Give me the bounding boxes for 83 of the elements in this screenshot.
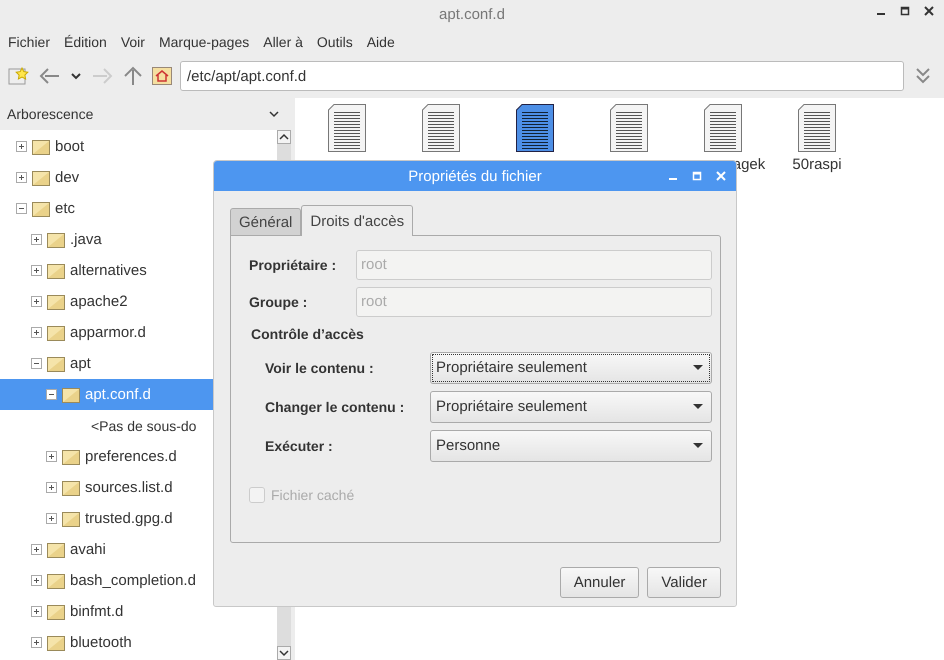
- tree-note: <Pas de sous-do: [90, 416, 198, 436]
- expand-icon[interactable]: [46, 482, 57, 493]
- menu-item[interactable]: Outils: [316, 34, 353, 50]
- field-label: Exécuter :: [265, 438, 334, 454]
- expand-icon[interactable]: [31, 606, 42, 617]
- dropdown-icon[interactable]: [70, 71, 82, 81]
- tree-item[interactable]: trusted.gpg.d: [0, 503, 277, 534]
- dropdown[interactable]: Personne: [430, 430, 712, 462]
- home-icon[interactable]: [152, 67, 172, 85]
- menu-item[interactable]: Marque-pages: [158, 34, 250, 50]
- expand-icon[interactable]: [31, 544, 42, 555]
- document-icon[interactable]: [422, 104, 460, 152]
- expand-icon[interactable]: [31, 327, 42, 338]
- tree-item[interactable]: binfmt.d: [0, 596, 277, 627]
- expand-icon[interactable]: [31, 575, 42, 586]
- scroll-up-icon[interactable]: [277, 130, 291, 144]
- caret-icon: [693, 364, 703, 370]
- folder-icon: [47, 262, 65, 278]
- folder-icon: [47, 232, 65, 248]
- menu-item[interactable]: Aller à: [263, 34, 303, 50]
- document-icon[interactable]: [798, 104, 836, 152]
- tree-item[interactable]: bash_completion.d: [0, 565, 277, 596]
- folder-icon: [47, 294, 65, 310]
- field-label: Voir le contenu :: [265, 360, 375, 376]
- file-name: 50raspi: [791, 156, 843, 173]
- tree-item[interactable]: dev: [0, 162, 277, 193]
- tab[interactable]: Général: [230, 208, 302, 236]
- tree-item[interactable]: bluetooth: [0, 627, 277, 658]
- document-icon[interactable]: [704, 104, 742, 152]
- field-label: Propriétaire :: [249, 256, 338, 272]
- folder-icon: [62, 448, 80, 464]
- maximize-icon[interactable]: [900, 6, 910, 16]
- document-icon[interactable]: [610, 104, 648, 152]
- document-icon[interactable]: [516, 104, 554, 152]
- tree-item[interactable]: boot: [0, 131, 277, 162]
- folder-icon: [47, 324, 65, 340]
- folder-icon: [62, 510, 80, 526]
- folder-icon: [47, 542, 65, 558]
- expand-icon[interactable]: [46, 513, 57, 524]
- menu-item[interactable]: Fichier: [8, 34, 50, 50]
- folder-icon: [32, 200, 50, 216]
- folder-icon: [47, 356, 65, 372]
- expand-icon[interactable]: [16, 141, 27, 152]
- up-icon[interactable]: [122, 65, 144, 87]
- tab[interactable]: Droits d'accès: [301, 205, 414, 236]
- caret-icon: [693, 404, 703, 410]
- collapse-icon[interactable]: [46, 389, 57, 400]
- dropdown[interactable]: Propriétaire seulement: [430, 352, 712, 384]
- back-icon[interactable]: [38, 66, 62, 86]
- dropdown[interactable]: Propriétaire seulement: [430, 390, 712, 422]
- expand-icon[interactable]: [46, 451, 57, 462]
- window-title: apt.conf.d: [439, 6, 505, 22]
- caret-icon: [693, 442, 703, 448]
- document-icon[interactable]: [328, 104, 366, 152]
- menu-item[interactable]: Aide: [366, 34, 395, 50]
- expand-icon[interactable]: [31, 265, 42, 276]
- collapse-icon[interactable]: [31, 358, 42, 369]
- field-label: Groupe :: [249, 294, 308, 310]
- folder-icon: [62, 480, 80, 496]
- close-icon[interactable]: [924, 6, 934, 16]
- dialog-title: Propriétés du fichier: [408, 168, 542, 184]
- menu-item[interactable]: Édition: [64, 34, 107, 50]
- tree-item[interactable]: avahi: [0, 534, 277, 565]
- menu-item[interactable]: Voir: [120, 34, 145, 50]
- folder-icon: [47, 634, 65, 650]
- location-field[interactable]: /etc/apt/apt.conf.d: [180, 61, 904, 91]
- dialog-button[interactable]: Annuler: [560, 567, 640, 598]
- folder-icon: [62, 386, 80, 402]
- dialog-button[interactable]: Valider: [647, 567, 721, 598]
- sidebar-title: Arborescence: [7, 106, 94, 122]
- folder-icon: [32, 138, 50, 154]
- bookmark-star-icon[interactable]: [8, 66, 30, 86]
- section-title: Contrôle d’accès: [251, 326, 365, 342]
- folder-icon: [47, 572, 65, 588]
- folder-icon: [47, 604, 65, 620]
- collapse-icon[interactable]: [16, 203, 27, 214]
- chevron-icon[interactable]: [269, 110, 279, 118]
- folder-icon: [32, 170, 50, 186]
- expand-icon[interactable]: [31, 296, 42, 307]
- expand-icon[interactable]: [31, 234, 42, 245]
- scroll-down-icon[interactable]: [277, 646, 291, 660]
- expand-icon[interactable]: [31, 637, 42, 648]
- expand-icon[interactable]: [16, 172, 27, 183]
